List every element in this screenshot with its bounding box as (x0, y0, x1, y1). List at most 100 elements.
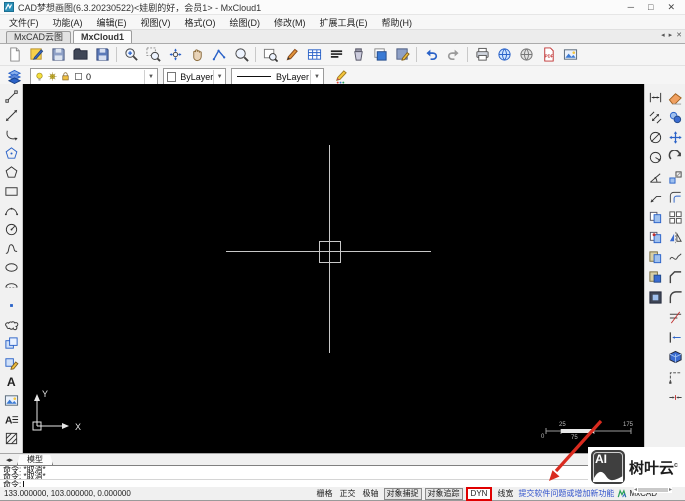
find-icon[interactable] (259, 45, 281, 65)
make-block-icon[interactable] (1, 353, 22, 372)
offset-icon[interactable] (665, 187, 685, 207)
scroll-thumb[interactable] (638, 488, 668, 492)
dim-leader-icon[interactable] (645, 187, 666, 207)
arc-3p-icon[interactable] (1, 201, 22, 220)
new-file-icon[interactable] (3, 45, 25, 65)
mirror-icon[interactable] (665, 227, 685, 247)
dim-radius-icon[interactable] (645, 147, 666, 167)
zoom-window-icon[interactable] (142, 45, 164, 65)
layer-combo-arrow-icon[interactable]: ▼ (144, 70, 157, 84)
sketch-pad-icon[interactable] (25, 45, 47, 65)
fit-curve-icon[interactable] (665, 247, 685, 267)
copy-base-icon[interactable] (645, 227, 666, 247)
measure-icon[interactable] (208, 45, 230, 65)
arc-icon[interactable] (1, 125, 22, 144)
doc-tab-mxcloud1[interactable]: MxCloud1 (73, 30, 132, 43)
menu-h[interactable]: 帮助(H) (375, 16, 420, 29)
color-combo-arrow-icon[interactable]: ▼ (213, 70, 225, 84)
array-icon[interactable] (665, 207, 685, 227)
drawing-canvas[interactable]: X Y 25 175 0 75 (23, 84, 644, 454)
image-export-icon[interactable] (559, 45, 581, 65)
insert-image-icon[interactable] (1, 391, 22, 410)
copy-clip-icon[interactable] (645, 207, 666, 227)
table-icon[interactable] (303, 45, 325, 65)
status-toggle-对象捕捉[interactable]: 对象捕捉 (384, 488, 422, 500)
display-order-icon[interactable] (369, 45, 391, 65)
ellipse-arc-icon[interactable] (1, 277, 22, 296)
redo-icon[interactable] (442, 45, 464, 65)
layout-tab-model[interactable]: 模型 (17, 455, 53, 466)
status-toggle-极轴[interactable]: 极轴 (361, 489, 381, 499)
web-settings-icon[interactable] (515, 45, 537, 65)
status-toggle-正交[interactable]: 正交 (338, 489, 358, 499)
open-icon[interactable] (69, 45, 91, 65)
scroll-left-icon[interactable]: ◂ (634, 487, 637, 493)
menu-v[interactable]: 视图(V) (134, 16, 178, 29)
minimize-button[interactable]: ─ (628, 1, 634, 13)
layer-combo[interactable]: 0 ▼ (30, 68, 158, 86)
chamfer-icon[interactable] (665, 267, 685, 287)
erase-icon[interactable] (665, 87, 685, 107)
zoom-extents-icon[interactable] (164, 45, 186, 65)
scale-icon[interactable] (665, 167, 685, 187)
circle-icon[interactable] (1, 220, 22, 239)
scroll-right-icon[interactable]: ▸ (669, 487, 672, 493)
polyline-icon[interactable] (1, 106, 22, 125)
dim-aligned-icon[interactable] (645, 107, 666, 127)
save-as-icon[interactable] (91, 45, 113, 65)
polygon-filled-icon[interactable] (1, 144, 22, 163)
menu-o[interactable]: 格式(O) (178, 16, 223, 29)
line-icon[interactable] (1, 87, 22, 106)
dim-linear-icon[interactable] (645, 87, 666, 107)
command-window[interactable]: 命令: *取消*命令: *取消* 命令: (0, 465, 685, 487)
paste-origin-icon[interactable] (645, 287, 666, 307)
menu-m[interactable]: 修改(M) (267, 16, 313, 29)
mtext-icon[interactable]: A (1, 410, 22, 429)
status-toggle-线宽[interactable]: 线宽 (495, 489, 515, 499)
save-icon[interactable] (47, 45, 69, 65)
hatch-icon[interactable] (1, 429, 22, 448)
join-icon[interactable] (665, 387, 685, 407)
redline-icon[interactable] (281, 45, 303, 65)
rectangle-icon[interactable] (1, 182, 22, 201)
fillet-icon[interactable] (665, 287, 685, 307)
explode-icon[interactable] (665, 347, 685, 367)
status-toggle-dyn[interactable]: DYN (466, 487, 493, 501)
tab-nav-icon[interactable]: ▸ (669, 31, 673, 39)
copy-icon[interactable] (665, 107, 685, 127)
revision-cloud-icon[interactable] (1, 315, 22, 334)
polygon-icon[interactable] (1, 163, 22, 182)
color-combo[interactable]: ByLayer ▼ (163, 68, 226, 86)
undo-icon[interactable] (420, 45, 442, 65)
paste-block-icon[interactable] (645, 267, 666, 287)
trim-icon[interactable] (665, 307, 685, 327)
layout-nav-controls[interactable]: ◂▸ (4, 456, 15, 464)
linetype-combo[interactable]: ByLayer ▼ (231, 68, 324, 86)
insert-block-icon[interactable] (1, 334, 22, 353)
print-icon[interactable] (471, 45, 493, 65)
linetype-combo-arrow-icon[interactable]: ▼ (310, 70, 323, 84)
spline-icon[interactable] (1, 239, 22, 258)
menu-f[interactable]: 文件(F) (2, 16, 46, 29)
tab-nav-icon[interactable]: ◂ (661, 31, 665, 39)
point-icon[interactable] (1, 296, 22, 315)
purge-icon[interactable] (347, 45, 369, 65)
tab-nav-icon[interactable]: ✕ (676, 31, 682, 39)
menu-a[interactable]: 功能(A) (46, 16, 90, 29)
layout-nav-icon[interactable]: ▸ (10, 457, 14, 464)
options-icon[interactable] (391, 45, 413, 65)
status-toggle-对象追踪[interactable]: 对象追踪 (425, 488, 463, 500)
menu-e[interactable]: 扩展工具(E) (313, 16, 375, 29)
zoom-object-icon[interactable] (230, 45, 252, 65)
pdf-export-icon[interactable]: PDF (537, 45, 559, 65)
watermark-scrollbar[interactable]: ◂ ▸ (634, 487, 672, 493)
zoom-in-icon[interactable] (120, 45, 142, 65)
extend-icon[interactable] (665, 327, 685, 347)
pan-icon[interactable] (186, 45, 208, 65)
maximize-button[interactable]: □ (648, 1, 653, 13)
menu-e[interactable]: 编辑(E) (90, 16, 134, 29)
paste-clip-icon[interactable] (645, 247, 666, 267)
move-icon[interactable] (665, 127, 685, 147)
rotate-icon[interactable] (665, 147, 685, 167)
pedit-icon[interactable] (665, 367, 685, 387)
